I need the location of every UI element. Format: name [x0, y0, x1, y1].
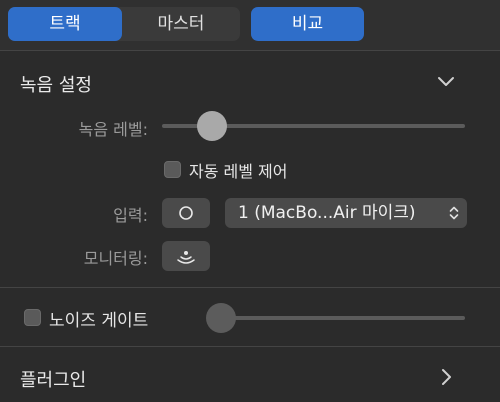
recording-level-slider-knob[interactable] — [197, 111, 228, 141]
recording-settings-title[interactable]: 녹음 설정 — [20, 71, 92, 97]
section-divider — [0, 346, 500, 347]
updown-arrows-icon — [449, 206, 459, 220]
input-source-value: 1 (MacBo...Air 마이크) — [238, 203, 416, 223]
tab-master[interactable]: 마스터 — [122, 7, 240, 41]
noise-gate-checkbox[interactable] — [24, 309, 41, 326]
chevron-right-icon[interactable] — [437, 368, 455, 386]
section-divider — [0, 287, 500, 288]
view-segmented-control: 트랙 마스터 — [8, 7, 240, 41]
input-label: 입력: — [113, 206, 148, 225]
monitoring-icon — [177, 251, 195, 264]
monitoring-button[interactable] — [162, 241, 210, 271]
noise-gate-slider[interactable] — [207, 316, 465, 320]
plugins-title[interactable]: 플러그인 — [20, 366, 86, 392]
auto-level-checkbox[interactable] — [164, 161, 181, 178]
noise-gate-slider-knob[interactable] — [206, 303, 236, 333]
recording-level-label: 녹음 레벨: — [78, 120, 148, 139]
circle-icon — [179, 206, 193, 220]
monitoring-label: 모니터링: — [83, 249, 148, 268]
auto-level-label[interactable]: 자동 레벨 제어 — [189, 158, 288, 182]
toolbar-divider — [0, 50, 500, 51]
chevron-down-icon[interactable] — [437, 73, 455, 91]
input-source-select[interactable]: 1 (MacBo...Air 마이크) — [225, 198, 467, 228]
input-monitor-toggle-button[interactable] — [162, 198, 210, 228]
noise-gate-label[interactable]: 노이즈 게이트 — [49, 306, 148, 331]
compare-button[interactable]: 비교 — [251, 7, 364, 41]
top-toolbar: 트랙 마스터 비교 — [0, 0, 500, 50]
tab-track[interactable]: 트랙 — [8, 7, 122, 41]
